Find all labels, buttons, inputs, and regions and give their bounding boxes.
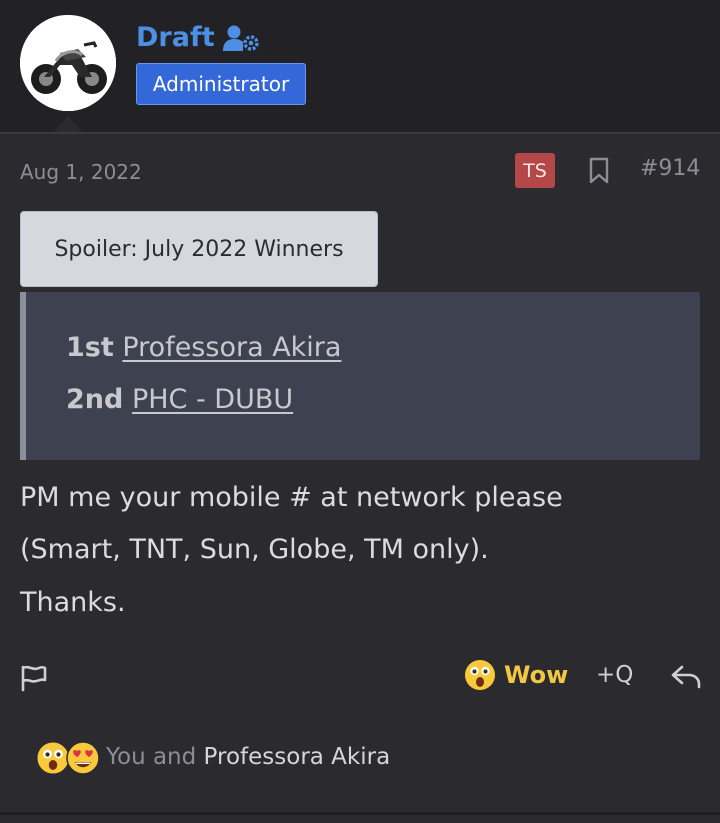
bookmark-icon[interactable] — [587, 157, 611, 185]
reactions-prefix: You and — [106, 744, 197, 770]
motorcycle-icon — [20, 15, 116, 111]
winner-rank: 1st — [66, 332, 114, 363]
winner-rank: 2nd — [66, 384, 124, 415]
quote-button[interactable]: +Q — [596, 662, 633, 688]
post-body-line: (Smart, TNT, Sun, Globe, TM only). — [20, 534, 489, 565]
user-cog-icon — [222, 25, 259, 51]
spoiler-button[interactable]: Spoiler: July 2022 Winners — [20, 211, 378, 287]
post-divider — [0, 812, 720, 815]
wow-emoji-icon — [36, 741, 70, 775]
author-name-label: Draft — [136, 22, 215, 53]
reactions-text: You and Professora Akira — [106, 744, 390, 770]
thread-starter-badge: TS — [515, 153, 555, 188]
winner-row: 1st Professora Akira — [66, 332, 341, 363]
wow-emoji-icon — [465, 660, 495, 690]
avatar[interactable] — [20, 15, 116, 111]
flag-icon[interactable] — [20, 664, 48, 692]
heart-eyes-emoji-icon — [66, 741, 100, 775]
reaction-button[interactable]: Wow — [464, 659, 568, 691]
reaction-icons — [36, 737, 106, 777]
winner-row: 2nd PHC - DUBU — [66, 384, 293, 415]
reactions-summary[interactable]: You and Professora Akira — [36, 735, 390, 779]
reply-icon[interactable] — [670, 661, 702, 693]
post-body-line: Thanks. — [20, 587, 126, 618]
winner-link[interactable]: PHC - DUBU — [132, 384, 293, 415]
post-body-line: PM me your mobile # at network please — [20, 482, 563, 513]
spoiler-content: 1st Professora Akira 2nd PHC - DUBU — [20, 292, 700, 460]
post-date[interactable]: Aug 1, 2022 — [20, 160, 142, 184]
reaction-label: Wow — [504, 661, 569, 689]
reactor-name[interactable]: Professora Akira — [204, 744, 391, 770]
avatar-pointer — [54, 116, 82, 132]
author-name[interactable]: Draft — [136, 22, 259, 53]
winner-link[interactable]: Professora Akira — [122, 332, 341, 363]
role-badge: Administrator — [136, 63, 306, 105]
post-header: Draft Administrator — [0, 0, 720, 134]
post-actions: Wow +Q — [0, 655, 720, 700]
post-number[interactable]: #914 — [640, 156, 700, 181]
